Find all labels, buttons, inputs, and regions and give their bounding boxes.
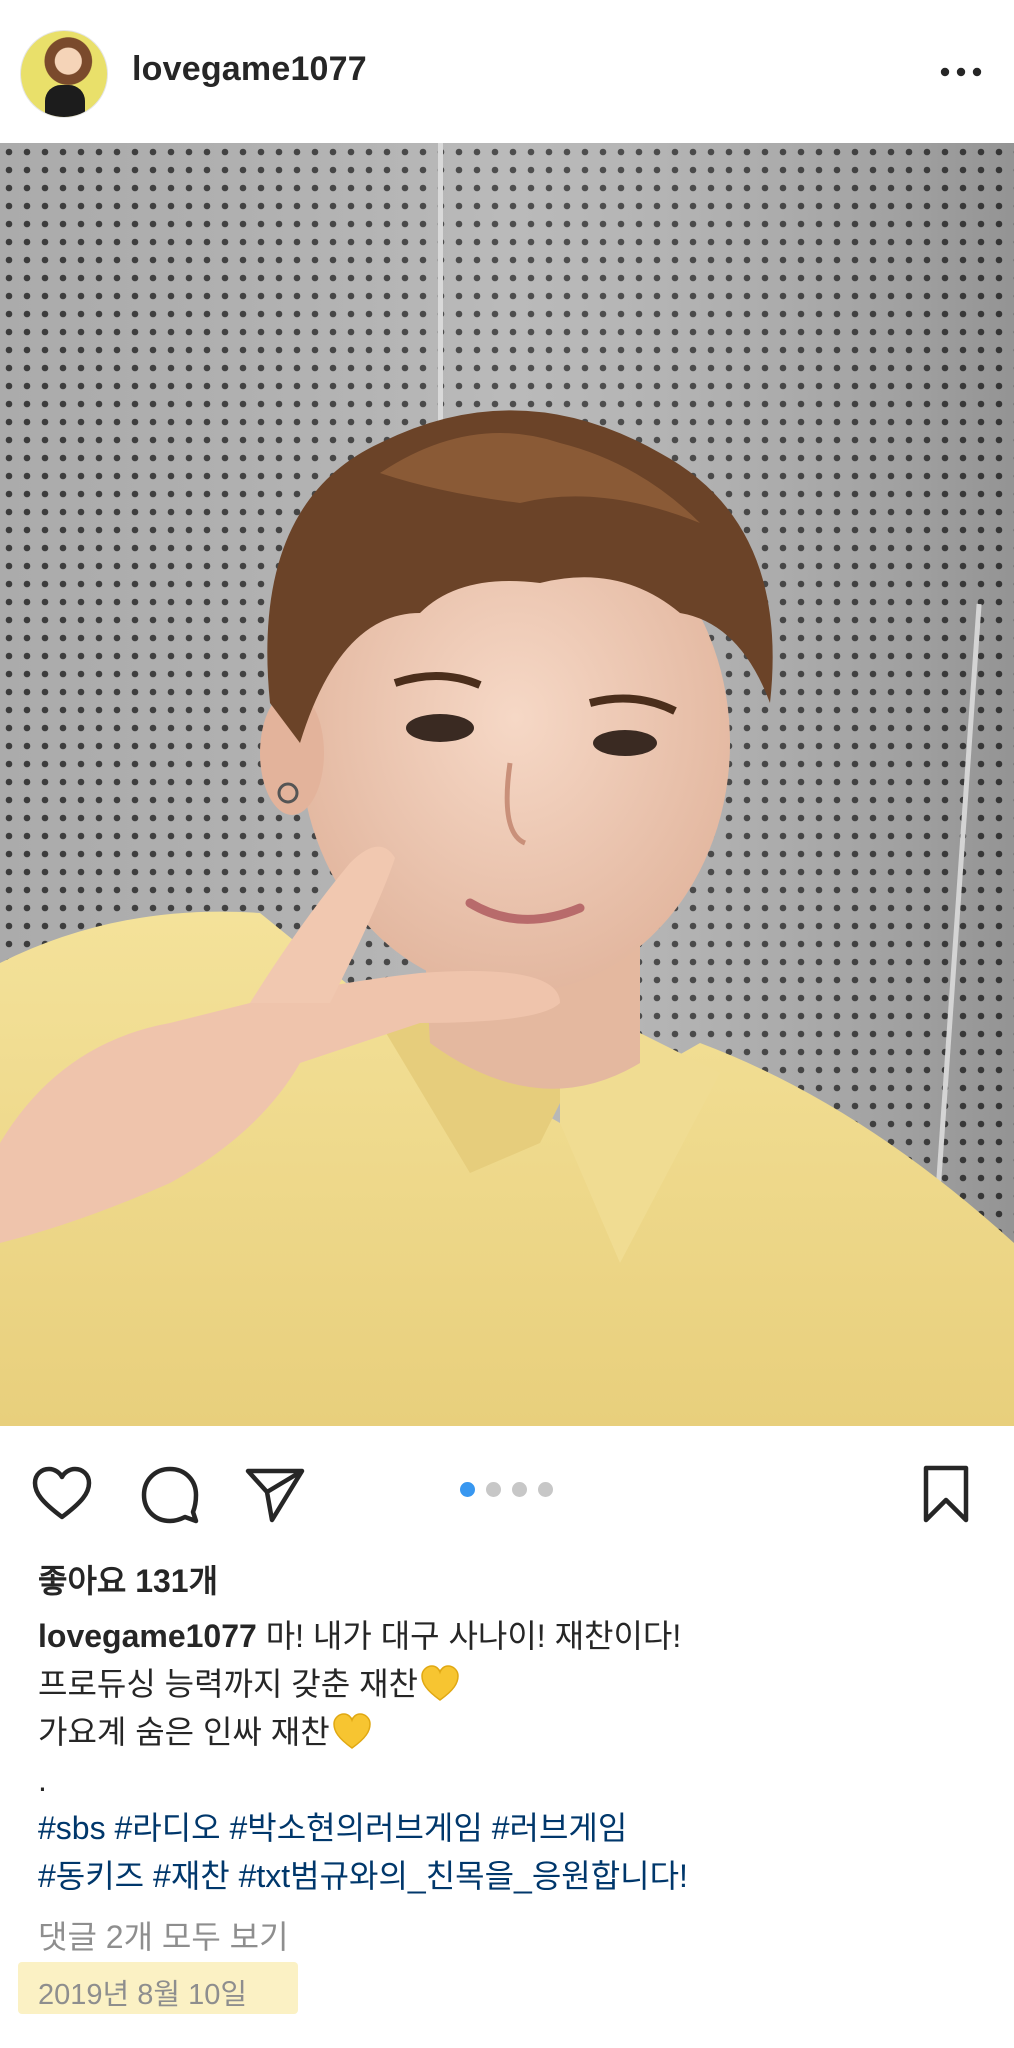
- more-options-icon[interactable]: [938, 58, 984, 86]
- hashtag[interactable]: #러브게임: [492, 1810, 628, 1846]
- likes-count[interactable]: 좋아요 131개: [38, 1556, 218, 1602]
- bookmark-icon[interactable]: [914, 1462, 978, 1526]
- profile-avatar[interactable]: [20, 30, 108, 118]
- yellow-heart-icon: [421, 1665, 459, 1701]
- hashtag[interactable]: #라디오: [114, 1810, 220, 1846]
- view-all-comments-link[interactable]: 댓글 2개 모두 보기: [38, 1912, 289, 1958]
- hashtag[interactable]: #박소현의러브게임: [230, 1810, 483, 1846]
- carousel-dot-3[interactable]: [512, 1482, 527, 1497]
- avatar-figure: [45, 85, 85, 117]
- caption-line-4: .: [38, 1762, 47, 1798]
- hashtag[interactable]: #재찬: [153, 1858, 230, 1894]
- post-caption: lovegame1077 마! 내가 대구 사나이! 재찬이다! 프로듀싱 능력…: [38, 1612, 988, 1900]
- caption-username[interactable]: lovegame1077: [38, 1618, 257, 1654]
- yellow-heart-icon: [332, 1713, 371, 1749]
- post-author-username[interactable]: lovegame1077: [132, 50, 367, 89]
- heart-icon[interactable]: [30, 1462, 94, 1526]
- hashtag[interactable]: #동키즈: [38, 1858, 144, 1894]
- comment-icon[interactable]: [138, 1462, 202, 1526]
- hashtag[interactable]: #txt범규와의_친목을_응원합니다!: [239, 1858, 688, 1894]
- caption-line-2: 프로듀싱 능력까지 갖춘 재찬: [38, 1666, 418, 1702]
- post-date-highlight: 2019년 8월 10일: [18, 1962, 298, 2014]
- caption-line-1: 마! 내가 대구 사나이! 재찬이다!: [265, 1618, 682, 1654]
- post-date: 2019년 8월 10일: [38, 1979, 248, 2011]
- post-header: lovegame1077: [0, 0, 1014, 143]
- carousel-indicator: [460, 1482, 553, 1498]
- carousel-dot-1[interactable]: [460, 1482, 475, 1497]
- carousel-dot-2[interactable]: [486, 1482, 501, 1497]
- hashtag[interactable]: #sbs: [38, 1810, 106, 1846]
- post-photo[interactable]: [0, 143, 1014, 1426]
- carousel-dot-4[interactable]: [538, 1482, 553, 1497]
- paper-plane-icon[interactable]: [243, 1462, 307, 1526]
- caption-line-3: 가요계 숨은 인싸 재찬: [38, 1714, 330, 1750]
